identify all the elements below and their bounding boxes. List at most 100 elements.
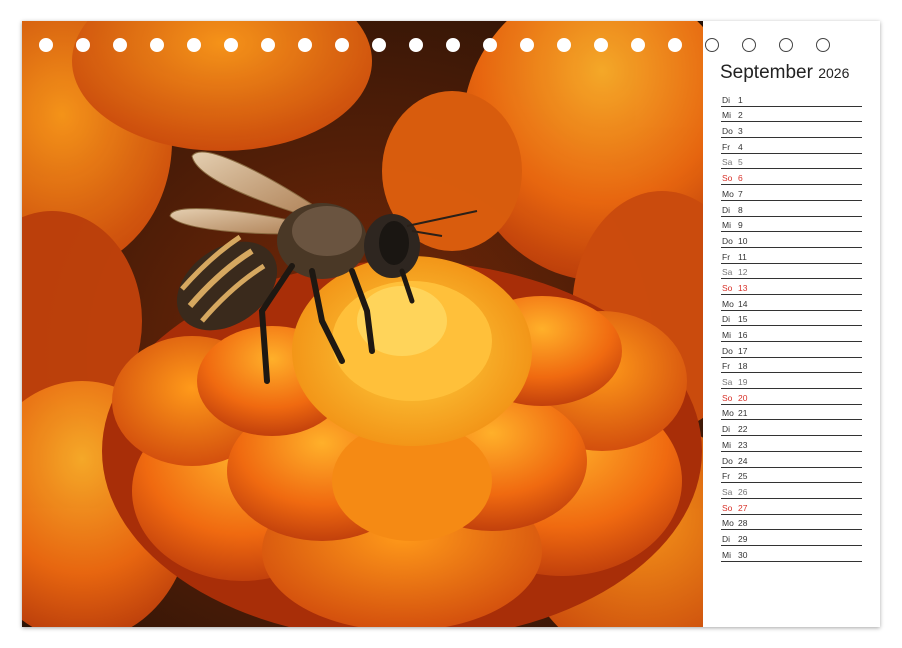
day-number: 8 (738, 204, 743, 215)
day-row: Fr 25 (721, 468, 862, 484)
weekday-label: So (722, 282, 733, 293)
day-number: 22 (738, 424, 748, 435)
binding-ring (150, 38, 164, 52)
day-number: 30 (738, 549, 748, 560)
binding-ring (76, 38, 90, 52)
weekday-label: Mo (722, 298, 734, 309)
day-row: So 20 (721, 389, 862, 405)
weekday-label: Mo (722, 408, 734, 419)
binding-ring (483, 38, 497, 52)
weekday-label: Mi (722, 330, 731, 340)
day-number: 17 (738, 345, 748, 356)
day-number: 21 (738, 408, 748, 419)
day-row: Mi 9 (721, 217, 862, 233)
day-number: 11 (738, 251, 747, 262)
day-number: 26 (738, 486, 748, 497)
day-row: So 13 (721, 279, 862, 295)
weekday-label: Do (722, 126, 733, 137)
weekday-label: So (722, 392, 733, 403)
day-number: 6 (738, 173, 743, 184)
binding-ring (224, 38, 238, 52)
day-row: Fr 18 (721, 358, 862, 374)
binding-ring (187, 38, 201, 52)
month-year: 2026 (818, 65, 850, 81)
day-row: Do 10 (721, 232, 862, 248)
binding-ring (779, 38, 793, 52)
weekday-label: Mi (722, 110, 731, 121)
day-number: 23 (738, 439, 748, 450)
day-row: Sa 12 (721, 264, 862, 280)
day-row: Di 22 (721, 420, 862, 437)
day-number: 13 (738, 282, 748, 293)
day-number: 15 (738, 314, 748, 325)
day-number: 3 (738, 126, 743, 137)
weekday-label: Sa (722, 157, 733, 168)
binding-ring (594, 38, 608, 52)
day-number: 5 (738, 157, 743, 168)
weekday-label: Mo (722, 518, 734, 529)
weekday-label: Di (722, 424, 731, 435)
day-row: Di 29 (721, 530, 862, 546)
binding-ring (298, 38, 312, 52)
photo-illustration (22, 21, 703, 627)
day-number: 14 (738, 298, 748, 309)
day-number: 1 (738, 94, 743, 105)
day-row: Mi 2 (721, 107, 862, 123)
weekday-label: So (722, 173, 733, 184)
binding-ring (520, 38, 534, 52)
binding-ring (742, 38, 756, 52)
day-row: Mo 28 (721, 515, 862, 531)
weekday-label: Mi (722, 549, 731, 560)
weekday-label: Di (722, 314, 731, 325)
day-number: 25 (738, 471, 748, 482)
weekday-label: Mi (722, 439, 731, 450)
day-row: Fr 11 (721, 248, 862, 264)
weekday-label: Fr (722, 361, 731, 372)
day-row: Sa 5 (721, 154, 862, 170)
binding-ring (557, 38, 571, 52)
day-row: Fr 4 (721, 138, 862, 154)
weekday-label: Mo (722, 188, 734, 199)
day-row: Sa 26 (721, 483, 862, 499)
weekday-label: Fr (722, 141, 731, 152)
day-number: 19 (738, 377, 748, 388)
day-row: Mi 23 (721, 436, 862, 452)
binding-ring (631, 38, 645, 52)
day-row: Di 1 (721, 91, 862, 107)
day-number: 10 (738, 235, 748, 246)
binding-ring (705, 38, 719, 52)
day-number: 7 (738, 188, 743, 199)
day-number: 9 (738, 220, 743, 231)
binding-ring (113, 38, 127, 52)
day-row: So 27 (721, 499, 862, 515)
weekday-label: Sa (722, 486, 733, 497)
weekday-label: Mi (722, 220, 731, 231)
calendar-page: September 2026 Di 1 Mi 2 Do 3 Fr 4 Sa 5 So 6 Mo 7 Di 8 M… (22, 21, 880, 627)
day-row: Di 15 (721, 311, 862, 327)
binding-ring (446, 38, 460, 52)
day-row: Sa 19 (721, 373, 862, 390)
day-row: Mo 14 (721, 295, 862, 311)
binding-ring (668, 38, 682, 52)
binding-ring (39, 38, 53, 52)
day-row: Di 8 (721, 201, 862, 217)
day-row: Do 3 (721, 122, 862, 139)
day-list: Di 1 Mi 2 Do 3 Fr 4 Sa 5 So 6 Mo 7 Di 8 Mi 9 Do 10 Fr 11 Sa 12 S… (721, 91, 862, 562)
month-title: September 2026 (720, 62, 849, 84)
day-row: Do 17 (721, 342, 862, 358)
day-row: Mi 30 (721, 546, 862, 562)
weekday-label: Sa (722, 377, 733, 388)
weekday-label: Di (722, 533, 731, 544)
weekday-label: Do (722, 235, 733, 246)
weekday-label: Sa (722, 267, 733, 278)
calendar-panel: September 2026 Di 1 Mi 2 Do 3 Fr 4 Sa 5 So 6 Mo 7 Di 8 M… (703, 21, 880, 627)
binding-ring (816, 38, 830, 52)
day-number: 20 (738, 392, 748, 403)
day-row: Do 24 (721, 452, 862, 468)
month-name: September (720, 62, 813, 83)
weekday-label: Di (722, 94, 731, 105)
day-row: Mo 7 (721, 185, 862, 201)
bee-marigold-photo (22, 21, 703, 627)
day-row: Mi 16 (721, 326, 862, 342)
day-number: 27 (738, 502, 748, 513)
